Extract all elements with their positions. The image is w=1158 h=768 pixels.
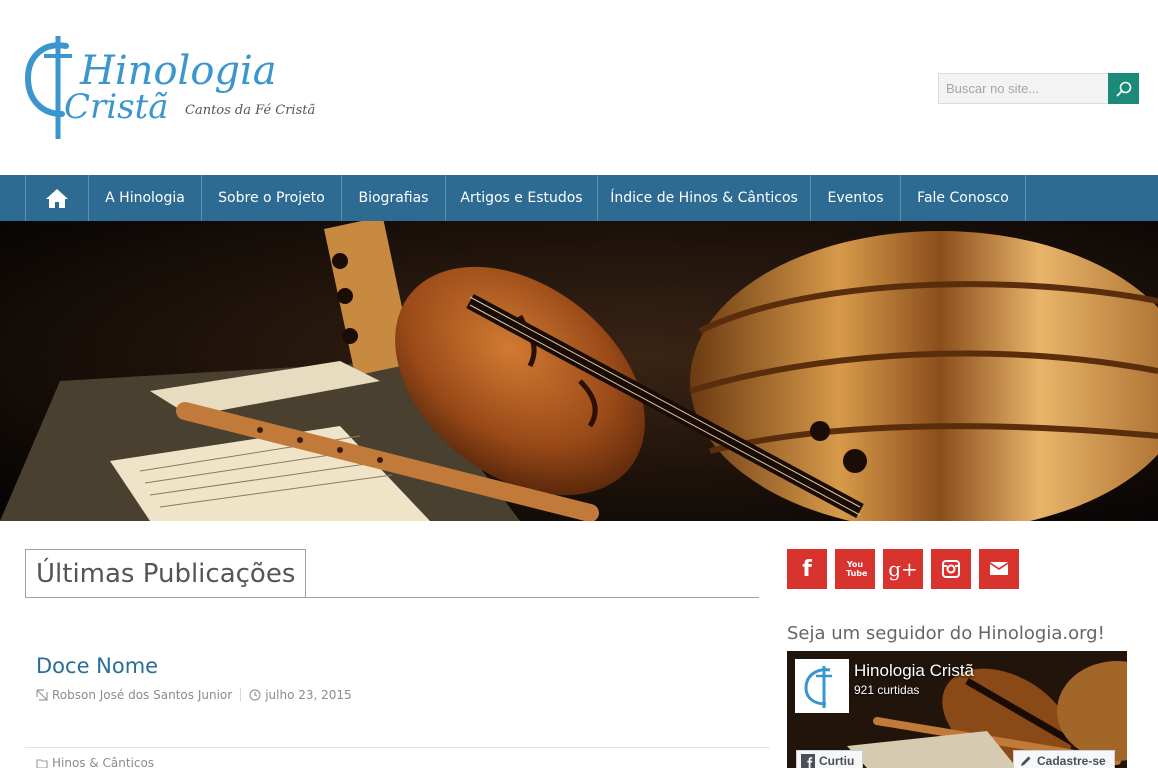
pencil-icon [1021,756,1031,766]
nav-item-biografias[interactable]: Biografias [342,175,446,221]
nav-item-a-hinologia[interactable]: A Hinologia [89,175,202,221]
post-category: Hinos & Cânticos [52,756,155,768]
search-icon [1116,81,1131,96]
fb-like-button[interactable]: Curtiu [796,750,864,768]
post-divider [25,747,770,748]
logo-line2: Cristã [64,87,169,127]
hero-slider[interactable] [0,221,1158,521]
logo-icon [804,666,832,708]
post-category-link[interactable]: Hinos & Cânticos [36,756,154,768]
post-author-link[interactable]: Robson José dos Santos Junior [52,688,232,702]
site-search [938,73,1139,104]
section-divider [25,597,759,598]
fb-page-likes: 921 curtidas [854,683,920,697]
section-title: Últimas Publicações [36,559,296,589]
section-title-tab: Últimas Publicações [25,549,307,598]
author-icon [36,689,48,701]
post-meta: Robson José dos Santos Junior julho 23, … [36,688,352,702]
fb-signup-label: Cadastre-se [1037,754,1106,768]
page: Hinologia Cristã Cantos da Fé Cristã A H… [0,0,1158,768]
instagram-button[interactable] [931,549,971,589]
search-input[interactable] [938,73,1108,104]
fb-page-avatar[interactable] [795,659,849,713]
email-button[interactable] [979,549,1019,589]
nav-item-indice-de-hinos[interactable]: Índice de Hinos & Cânticos [598,175,811,221]
nav-item-sobre-o-projeto[interactable]: Sobre o Projeto [202,175,342,221]
nav-item-eventos[interactable]: Eventos [811,175,901,221]
logo-graphic: Hinologia Cristã Cantos da Fé Cristã [24,36,315,139]
fb-page-name[interactable]: Hinologia Cristã [854,661,974,681]
post-date: julho 23, 2015 [265,688,352,702]
youtube-icon: You Tube [846,560,868,578]
post-title-link[interactable]: Doce Nome [36,654,158,678]
facebook-f-icon [801,754,815,768]
nav-home[interactable] [26,175,89,221]
nav-menu: A Hinologia Sobre o Projeto Biografias A… [25,175,1026,221]
search-button[interactable] [1108,73,1139,104]
home-icon [46,189,68,208]
facebook-icon: f [802,556,812,582]
clock-icon [249,689,261,701]
instagram-icon [942,560,960,578]
facebook-button[interactable]: f [787,549,827,589]
main-nav: A Hinologia Sobre o Projeto Biografias A… [0,175,1158,221]
logo-tagline: Cantos da Fé Cristã [185,103,315,118]
follow-title: Seja um seguidor do Hinologia.org! [787,623,1105,644]
folder-icon [36,759,48,768]
facebook-page-widget[interactable]: Hinologia Cristã 921 curtidas Curtiu Cad… [787,651,1127,768]
social-links: f You Tube g+ [787,549,1019,589]
site-logo[interactable]: Hinologia Cristã Cantos da Fé Cristã [24,34,324,144]
google-plus-button[interactable]: g+ [883,549,923,589]
hero-image [0,221,1158,521]
email-icon [990,562,1008,575]
youtube-button[interactable]: You Tube [835,549,875,589]
google-plus-icon: g+ [888,557,918,581]
fb-like-label: Curtiu [819,754,855,768]
nav-item-artigos-e-estudos[interactable]: Artigos e Estudos [446,175,598,221]
fb-signup-button[interactable]: Cadastre-se [1013,750,1115,768]
meta-separator [240,688,242,702]
nav-item-fale-conosco[interactable]: Fale Conosco [901,175,1026,221]
